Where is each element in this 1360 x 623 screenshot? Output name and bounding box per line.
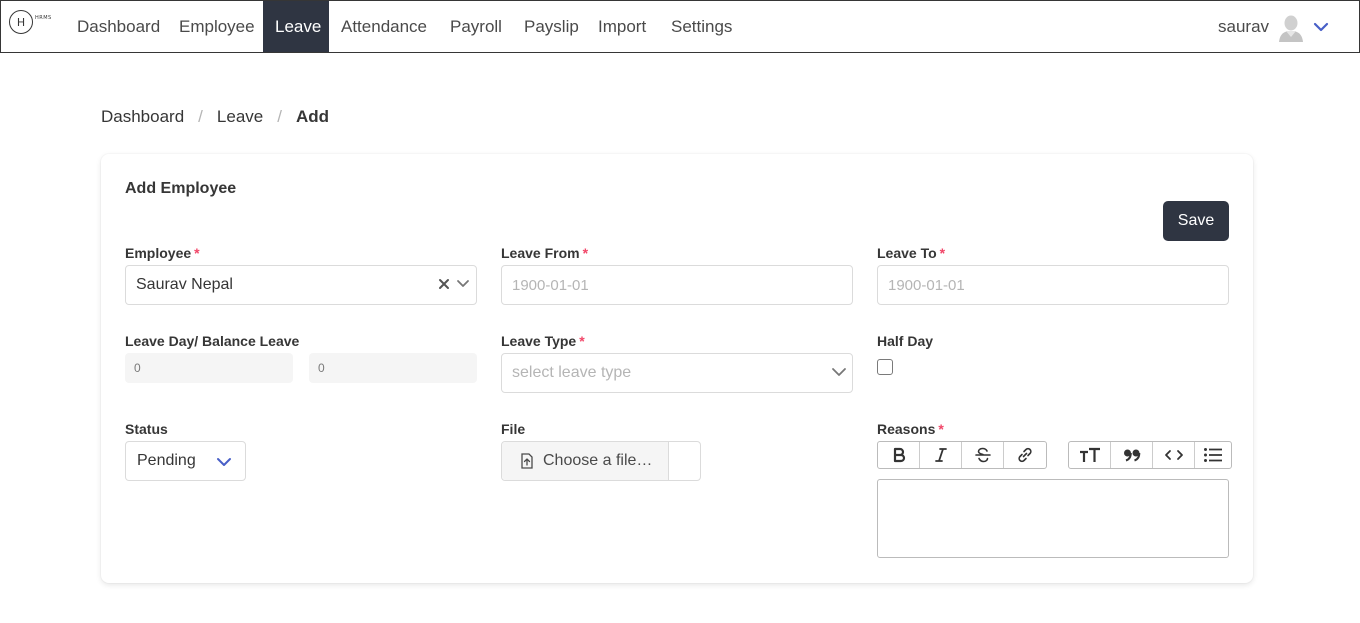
- strikethrough-icon: [974, 447, 991, 463]
- employee-select[interactable]: Saurav Nepal: [125, 265, 477, 305]
- leave-type-label: Leave Type *: [501, 333, 585, 349]
- quote-button[interactable]: [1111, 442, 1153, 468]
- code-icon: [1164, 450, 1183, 460]
- chevron-down-icon[interactable]: [1313, 21, 1329, 33]
- leave-day-label: Leave Day/ Balance Leave: [125, 333, 300, 349]
- leave-from-placeholder: 1900-01-01: [512, 276, 589, 294]
- nav-item-employee[interactable]: Employee: [167, 1, 267, 52]
- avatar-icon[interactable]: [1278, 14, 1304, 42]
- breadcrumb-dashboard[interactable]: Dashboard: [101, 107, 184, 127]
- status-select[interactable]: Pending: [125, 441, 246, 481]
- nav-item-payslip[interactable]: Payslip: [512, 1, 591, 52]
- employee-label: Employee *: [125, 245, 200, 261]
- file-input[interactable]: Choose a file…: [501, 441, 701, 481]
- logo-icon[interactable]: H: [9, 10, 33, 34]
- heading-icon: [1079, 447, 1100, 462]
- editor-toolbar: [877, 441, 1232, 469]
- bullet-list-icon: [1204, 448, 1222, 462]
- form-title: Add Employee: [125, 180, 237, 197]
- half-day-label: Half Day: [877, 333, 934, 349]
- breadcrumb-leave[interactable]: Leave: [217, 107, 263, 127]
- chevron-down-icon[interactable]: [456, 279, 470, 289]
- leave-from-label: Leave From *: [501, 245, 589, 261]
- bold-button[interactable]: [878, 442, 920, 468]
- half-day-checkbox[interactable]: [877, 359, 893, 375]
- employee-select-value: Saurav Nepal: [136, 276, 233, 293]
- breadcrumb: Dashboard / Leave / Add: [101, 106, 329, 128]
- balance-leave-value: 0: [309, 353, 477, 383]
- leave-day-value: 0: [125, 353, 293, 383]
- nav-item-dashboard[interactable]: Dashboard: [65, 1, 172, 52]
- italic-icon: [934, 448, 947, 462]
- user-name[interactable]: saurav: [1218, 1, 1269, 52]
- choose-file-button[interactable]: Choose a file…: [502, 442, 670, 480]
- upload-icon: [521, 453, 533, 469]
- leave-type-select[interactable]: select leave type: [501, 353, 853, 393]
- link-button[interactable]: [1004, 442, 1046, 468]
- leave-to-placeholder: 1900-01-01: [888, 276, 965, 294]
- breadcrumb-separator: /: [277, 107, 282, 126]
- leave-type-placeholder: select leave type: [512, 364, 632, 381]
- link-icon: [1018, 447, 1032, 463]
- choose-file-label: Choose a file…: [543, 452, 653, 469]
- code-button[interactable]: [1153, 442, 1195, 468]
- nav-item-attendance[interactable]: Attendance: [329, 1, 439, 52]
- file-label: File: [501, 421, 526, 437]
- nav-item-settings[interactable]: Settings: [659, 1, 744, 52]
- leave-to-label: Leave To *: [877, 245, 946, 261]
- bullet-list-button[interactable]: [1195, 442, 1231, 468]
- nav-item-payroll[interactable]: Payroll: [438, 1, 514, 52]
- top-navbar: H HRMS Dashboard Employee Leave Attendan…: [0, 0, 1360, 53]
- status-select-value: Pending: [137, 452, 196, 469]
- breadcrumb-separator: /: [198, 107, 203, 126]
- save-button[interactable]: Save: [1163, 201, 1229, 241]
- chevron-down-icon: [217, 458, 231, 466]
- logo-text: HRMS: [35, 15, 52, 21]
- italic-button[interactable]: [920, 442, 962, 468]
- nav-item-leave[interactable]: Leave: [263, 1, 329, 52]
- reasons-label: Reasons *: [877, 421, 944, 437]
- status-label: Status: [125, 421, 168, 437]
- leave-form-card: Add Employee Save Employee * Saurav Nepal…: [101, 154, 1253, 583]
- leave-to-input[interactable]: 1900-01-01: [877, 265, 1229, 305]
- breadcrumb-current: Add: [295, 107, 330, 126]
- strikethrough-button[interactable]: [962, 442, 1004, 468]
- heading-button[interactable]: [1069, 442, 1111, 468]
- nav-item-import[interactable]: Import: [586, 1, 658, 52]
- reasons-editor[interactable]: [877, 479, 1229, 558]
- leave-from-input[interactable]: 1900-01-01: [501, 265, 853, 305]
- bold-icon: [893, 447, 905, 463]
- clear-icon[interactable]: [438, 278, 450, 290]
- chevron-down-icon: [832, 368, 846, 376]
- quote-icon: [1123, 449, 1140, 462]
